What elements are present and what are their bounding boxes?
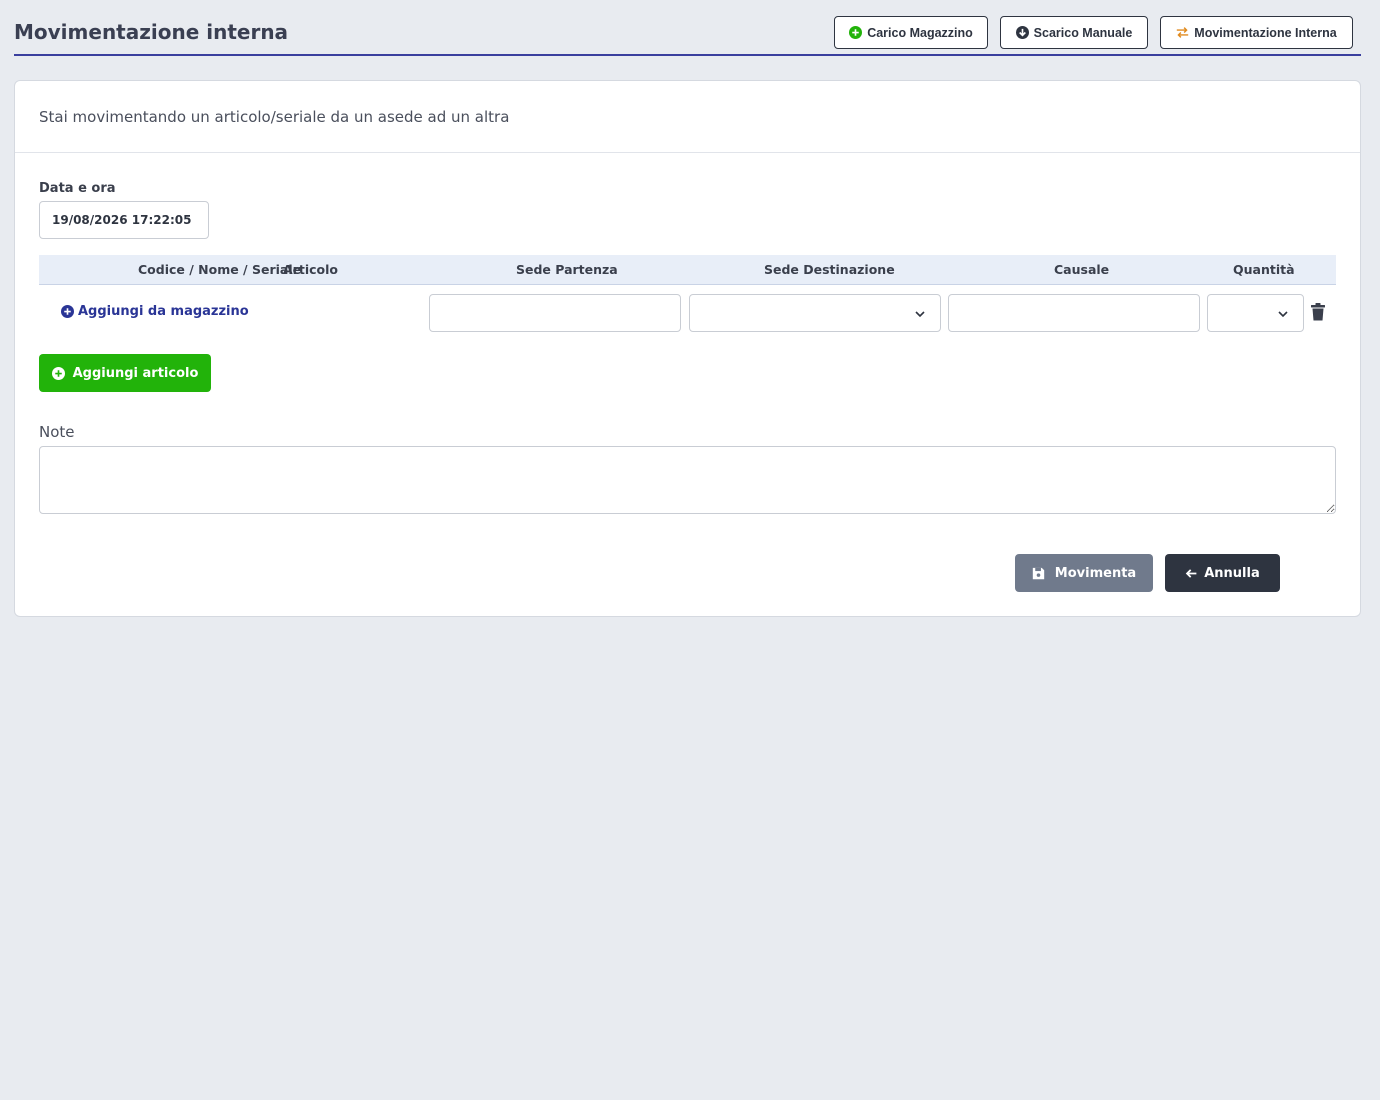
- carico-magazzino-label: Carico Magazzino: [867, 25, 973, 40]
- add-from-warehouse-label: Aggiungi da magazzino: [78, 304, 249, 319]
- page-title: Movimentazione interna: [14, 20, 289, 44]
- chevron-down-icon: [915, 311, 925, 318]
- annulla-label: Annulla: [1204, 565, 1260, 581]
- arrow-down-circle-icon: [1015, 26, 1029, 39]
- sede-partenza-input[interactable]: [429, 294, 681, 332]
- add-article-button[interactable]: Aggiungi articolo: [39, 354, 211, 392]
- col-articolo: Articolo: [283, 262, 338, 277]
- save-icon: [1032, 567, 1044, 579]
- date-label: Data e ora: [39, 181, 116, 196]
- plus-circle-icon: [849, 26, 863, 39]
- movimentazione-interna-label: Movimentazione Interna: [1194, 25, 1337, 40]
- card-description: Stai movimentando un articolo/seriale da…: [15, 81, 1360, 153]
- swap-arrows-icon: [1177, 27, 1189, 38]
- date-input[interactable]: [39, 201, 209, 239]
- col-codice: Codice / Nome / Seriale: [138, 262, 302, 277]
- add-from-warehouse-link[interactable]: Aggiungi da magazzino: [61, 304, 249, 319]
- movimenta-button[interactable]: Movimenta: [1015, 554, 1153, 592]
- arrow-left-icon: [1186, 568, 1197, 578]
- annulla-button[interactable]: Annulla: [1165, 554, 1280, 592]
- table-header: Codice / Nome / Seriale Articolo Sede Pa…: [39, 255, 1336, 285]
- plus-circle-icon: [51, 366, 65, 380]
- note-textarea[interactable]: [39, 446, 1336, 514]
- plus-circle-icon: [61, 305, 74, 318]
- carico-magazzino-button[interactable]: Carico Magazzino: [834, 16, 988, 49]
- movimenta-label: Movimenta: [1054, 565, 1137, 581]
- trash-icon[interactable]: [1311, 303, 1325, 321]
- quantita-select[interactable]: [1207, 294, 1304, 332]
- chevron-down-icon: [1278, 311, 1288, 318]
- col-sede-destinazione: Sede Destinazione: [764, 262, 895, 277]
- causale-input[interactable]: [948, 294, 1200, 332]
- movement-card: Stai movimentando un articolo/seriale da…: [14, 80, 1361, 617]
- col-causale: Causale: [1054, 262, 1110, 277]
- page-header: Movimentazione interna Carico Magazzino …: [14, 14, 1361, 56]
- movimentazione-interna-button[interactable]: Movimentazione Interna: [1160, 16, 1353, 49]
- scarico-manuale-button[interactable]: Scarico Manuale: [1000, 16, 1148, 49]
- scarico-manuale-label: Scarico Manuale: [1033, 25, 1133, 40]
- col-sede-partenza: Sede Partenza: [516, 262, 618, 277]
- sede-destinazione-select[interactable]: [689, 294, 941, 332]
- add-article-label: Aggiungi articolo: [72, 365, 199, 381]
- note-label: Note: [39, 423, 75, 441]
- col-quantita: Quantità: [1233, 262, 1295, 277]
